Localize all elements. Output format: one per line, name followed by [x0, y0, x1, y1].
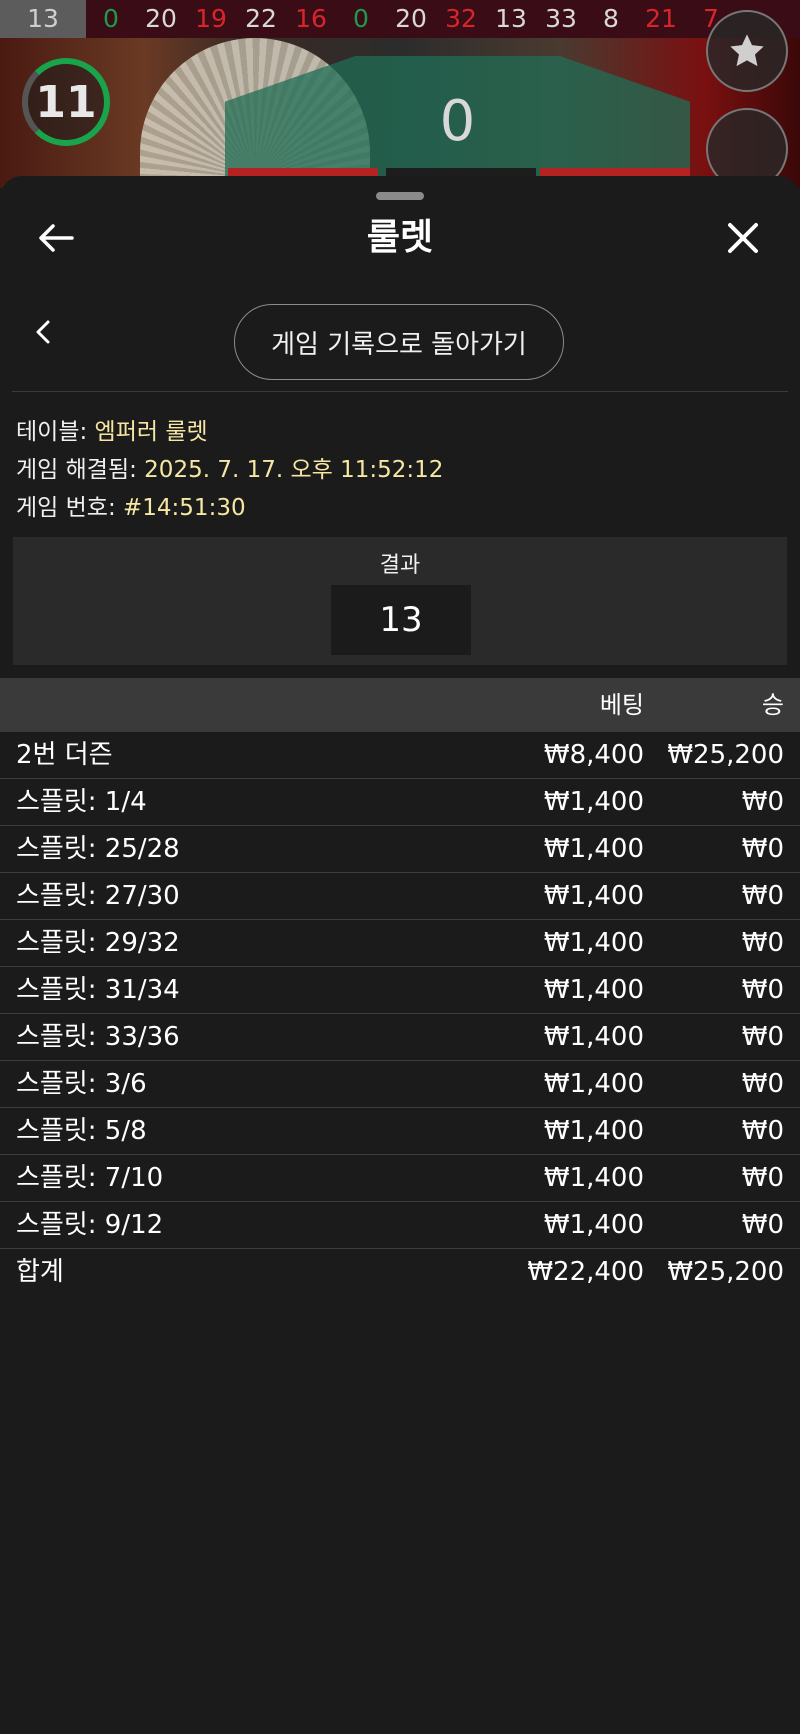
resolved-value: 2025. 7. 17. 오후 11:52:12 [144, 457, 444, 483]
favorite-button[interactable] [706, 10, 788, 92]
history-number: 32 [445, 4, 477, 33]
bet-type: 스플릿: 31/34 [16, 975, 180, 1005]
table-row: 스플릿: 33/36 ₩1,400 ₩0 [0, 1014, 800, 1061]
result-label: 결과 [379, 553, 421, 578]
bet-type: 스플릿: 1/4 [16, 787, 147, 817]
close-button[interactable] [718, 216, 768, 260]
history-number: 16 [295, 4, 327, 33]
bet-column-header: 베팅 [599, 691, 644, 719]
close-icon [728, 223, 758, 253]
previous-game-button[interactable] [28, 312, 58, 352]
live-game-view: 11 0 [0, 38, 800, 188]
win-amount: ₩0 [741, 1116, 784, 1146]
star-icon [730, 34, 764, 67]
bet-type: 스플릿: 3/6 [16, 1069, 147, 1099]
history-number: 33 [545, 4, 577, 33]
table-row: 스플릿: 3/6 ₩1,400 ₩0 [0, 1061, 800, 1108]
win-amount: ₩0 [741, 834, 784, 864]
total-label: 합계 [16, 1257, 64, 1287]
bet-amount: ₩1,400 [543, 1116, 644, 1146]
game-number-value: #14:51:30 [123, 495, 246, 521]
win-amount: ₩0 [741, 1163, 784, 1193]
bet-amount: ₩1,400 [543, 881, 644, 911]
table-row: 스플릿: 27/30 ₩1,400 ₩0 [0, 873, 800, 920]
history-number: 0 [353, 4, 369, 33]
table-row: 2번 더즌 ₩8,400 ₩25,200 [0, 732, 800, 779]
bet-amount: ₩1,400 [543, 787, 644, 817]
table-row: 스플릿: 1/4 ₩1,400 ₩0 [0, 779, 800, 826]
back-button[interactable] [34, 216, 78, 260]
win-amount: ₩0 [741, 787, 784, 817]
countdown-timer: 11 [22, 58, 110, 146]
bet-amount: ₩1,400 [543, 834, 644, 864]
win-amount: ₩0 [741, 1210, 784, 1240]
game-detail-sheet: 룰렛 게임 기록으로 돌아가기 테이블: 엠퍼러 룰렛 게임 해결됨: 2025… [0, 176, 800, 1734]
table-header: 베팅 승 [0, 678, 800, 732]
resolved-label: 게임 해결됨: [16, 457, 145, 483]
history-number: 20 [395, 4, 427, 33]
sheet-title: 룰렛 [366, 217, 434, 258]
bet-type: 스플릿: 9/12 [16, 1210, 164, 1240]
bet-type: 스플릿: 29/32 [16, 928, 180, 958]
win-column-header: 승 [761, 691, 784, 719]
bet-type: 스플릿: 7/10 [16, 1163, 164, 1193]
win-amount: ₩0 [741, 1022, 784, 1052]
win-amount: ₩0 [741, 1069, 784, 1099]
result-history-strip: 13 0 20 19 22 16 0 20 32 13 33 8 21 7 [0, 0, 800, 38]
total-win: ₩25,200 [667, 1257, 784, 1287]
history-number: 22 [245, 4, 277, 33]
win-amount: ₩25,200 [667, 740, 784, 770]
history-number: 20 [145, 4, 177, 33]
history-number: 21 [645, 4, 677, 33]
bet-amount: ₩1,400 [543, 975, 644, 1005]
game-number-label: 게임 번호: [16, 495, 124, 521]
sheet-drag-handle[interactable] [376, 192, 424, 200]
bet-type: 스플릿: 27/30 [16, 881, 180, 911]
bet-type: 스플릿: 5/8 [16, 1116, 147, 1146]
table-label: 테이블: [16, 419, 95, 445]
table-value: 엠퍼러 룰렛 [94, 419, 208, 445]
total-bet: ₩22,400 [527, 1257, 644, 1287]
result-number: 13 [331, 585, 471, 655]
table-row: 스플릿: 29/32 ₩1,400 ₩0 [0, 920, 800, 967]
history-number: 13 [495, 4, 527, 33]
result-panel: 결과 13 [13, 537, 787, 665]
table-row: 스플릿: 25/28 ₩1,400 ₩0 [0, 826, 800, 873]
win-amount: ₩0 [741, 975, 784, 1005]
bet-amount: ₩1,400 [543, 928, 644, 958]
table-row: 스플릿: 9/12 ₩1,400 ₩0 [0, 1202, 800, 1249]
win-amount: ₩0 [741, 928, 784, 958]
total-row: 합계 ₩22,400 ₩25,200 [0, 1249, 800, 1295]
history-number: 0 [103, 4, 119, 33]
back-to-history-button[interactable]: 게임 기록으로 돌아가기 [234, 304, 564, 380]
bet-amount: ₩1,400 [543, 1163, 644, 1193]
resolved-info: 게임 해결됨: 2025. 7. 17. 오후 11:52:12 [16, 450, 443, 484]
history-number: 8 [603, 4, 619, 33]
history-number: 19 [195, 4, 227, 33]
win-amount: ₩0 [741, 881, 784, 911]
table-info: 테이블: 엠퍼러 룰렛 [16, 412, 208, 446]
bets-table: 베팅 승 2번 더즌 ₩8,400 ₩25,200 스플릿: 1/4 ₩1,400 ₩0 스… [0, 678, 800, 1295]
bet-amount: ₩1,400 [543, 1022, 644, 1052]
history-number: 13 [0, 0, 86, 38]
table-row: 스플릿: 7/10 ₩1,400 ₩0 [0, 1155, 800, 1202]
bet-type: 스플릿: 25/28 [16, 834, 180, 864]
game-number-info: 게임 번호: #14:51:30 [16, 488, 246, 522]
timer-value: 11 [35, 76, 97, 128]
table-row: 스플릿: 31/34 ₩1,400 ₩0 [0, 967, 800, 1014]
board-zero: 0 [439, 88, 476, 154]
bet-amount: ₩8,400 [543, 740, 644, 770]
bet-amount: ₩1,400 [543, 1210, 644, 1240]
arrow-left-icon [39, 224, 74, 252]
bet-amount: ₩1,400 [543, 1069, 644, 1099]
bet-type: 스플릿: 33/36 [16, 1022, 180, 1052]
chevron-left-icon [36, 320, 50, 344]
table-row: 스플릿: 5/8 ₩1,400 ₩0 [0, 1108, 800, 1155]
sheet-header: 룰렛 [0, 206, 800, 286]
bet-type: 2번 더즌 [16, 740, 113, 770]
divider [12, 391, 788, 392]
